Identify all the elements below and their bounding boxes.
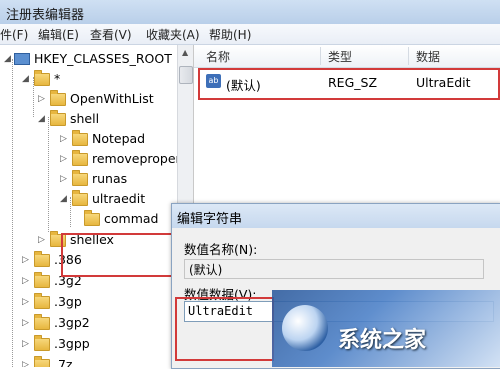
folder-icon: [72, 150, 88, 166]
dialog-title-bar: 编辑字符串: [172, 204, 500, 228]
folder-icon: [34, 251, 50, 267]
expand-icon[interactable]: ▷: [60, 169, 70, 189]
folder-icon: [34, 293, 50, 309]
menu-edit[interactable]: 编辑(E): [38, 26, 79, 43]
expand-icon[interactable]: ▷: [22, 250, 32, 270]
expand-icon[interactable]: ▷: [22, 313, 32, 333]
column-header: 名称 类型 数据: [194, 45, 500, 68]
tree-node-ext-3gp[interactable]: ▷ .3gp: [22, 292, 82, 312]
highlight-data-input-box: [175, 297, 274, 361]
tree-node-ext-3gpp[interactable]: ▷ .3gpp: [22, 334, 90, 354]
watermark-text: 系统之家: [338, 328, 427, 353]
menu-help[interactable]: 帮助(H): [209, 26, 251, 43]
registry-tree: ◢ HKEY_CLASSES_ROOT ◢ * ▷ OpenWithList ◢ she…: [0, 45, 194, 367]
expand-icon[interactable]: ▷: [38, 230, 48, 250]
computer-icon: [14, 53, 30, 65]
expand-icon[interactable]: ▷: [60, 149, 70, 169]
tree-node-runas[interactable]: ▷ runas: [60, 169, 127, 189]
folder-icon: [72, 170, 88, 186]
tree-node-shell[interactable]: ◢ shell: [38, 109, 99, 129]
folder-icon: [34, 356, 50, 367]
collapse-icon[interactable]: ◢: [60, 189, 70, 209]
folder-icon: [34, 335, 50, 351]
expand-icon[interactable]: ▷: [22, 355, 32, 367]
scroll-up-icon[interactable]: ▲: [182, 48, 188, 57]
tree-node-openwithlist[interactable]: ▷ OpenWithList: [38, 89, 154, 109]
folder-icon: [34, 272, 50, 288]
header-name[interactable]: 名称: [206, 48, 230, 65]
tree-node-root[interactable]: ◢ HKEY_CLASSES_ROOT: [4, 49, 172, 69]
dialog-title: 编辑字符串: [177, 212, 243, 227]
collapse-icon[interactable]: ◢: [38, 109, 48, 129]
menu-bar: 件(F) 编辑(E) 查看(V) 收藏夹(A) 帮助(H): [0, 24, 500, 45]
tree-node-ultraedit[interactable]: ◢ ultraedit: [60, 189, 145, 209]
folder-icon: [50, 90, 66, 106]
collapse-icon[interactable]: ◢: [22, 69, 32, 89]
collapse-icon[interactable]: ◢: [4, 49, 14, 69]
tree-node-commad[interactable]: commad: [82, 209, 158, 229]
expand-icon[interactable]: ▷: [38, 89, 48, 109]
watermark-logo-icon: [282, 305, 328, 351]
tree-node-ext-7z[interactable]: ▷ .7z: [22, 355, 73, 367]
tree-node-removeproperties[interactable]: ▷ removeproper: [60, 149, 181, 169]
menu-view[interactable]: 查看(V): [90, 26, 132, 43]
scrollbar-thumb[interactable]: [179, 66, 193, 84]
folder-icon: [50, 110, 66, 126]
header-type[interactable]: 类型: [328, 48, 352, 65]
header-data[interactable]: 数据: [416, 48, 440, 65]
expand-icon[interactable]: ▷: [22, 292, 32, 312]
menu-file[interactable]: 件(F): [0, 26, 28, 43]
tree-node-notepad[interactable]: ▷ Notepad: [60, 129, 145, 149]
value-name-label: 数值名称(N):: [184, 242, 258, 257]
folder-icon: [72, 130, 88, 146]
window-title: 注册表编辑器: [6, 8, 85, 23]
highlight-ultraedit-box: [61, 233, 178, 277]
value-name-field: (默认): [184, 259, 484, 279]
folder-icon: [34, 70, 50, 86]
tree-node-ext-3gp2[interactable]: ▷ .3gp2: [22, 313, 90, 333]
folder-icon: [72, 190, 88, 206]
highlight-default-row-box: [198, 68, 500, 100]
expand-icon[interactable]: ▷: [60, 129, 70, 149]
folder-icon: [84, 210, 100, 226]
menu-favorites[interactable]: 收藏夹(A): [146, 26, 200, 43]
folder-icon: [34, 314, 50, 330]
expand-icon[interactable]: ▷: [22, 334, 32, 354]
title-bar: 注册表编辑器: [0, 0, 500, 25]
expand-icon[interactable]: ▷: [22, 271, 32, 291]
tree-node-star[interactable]: ◢ *: [22, 69, 60, 89]
